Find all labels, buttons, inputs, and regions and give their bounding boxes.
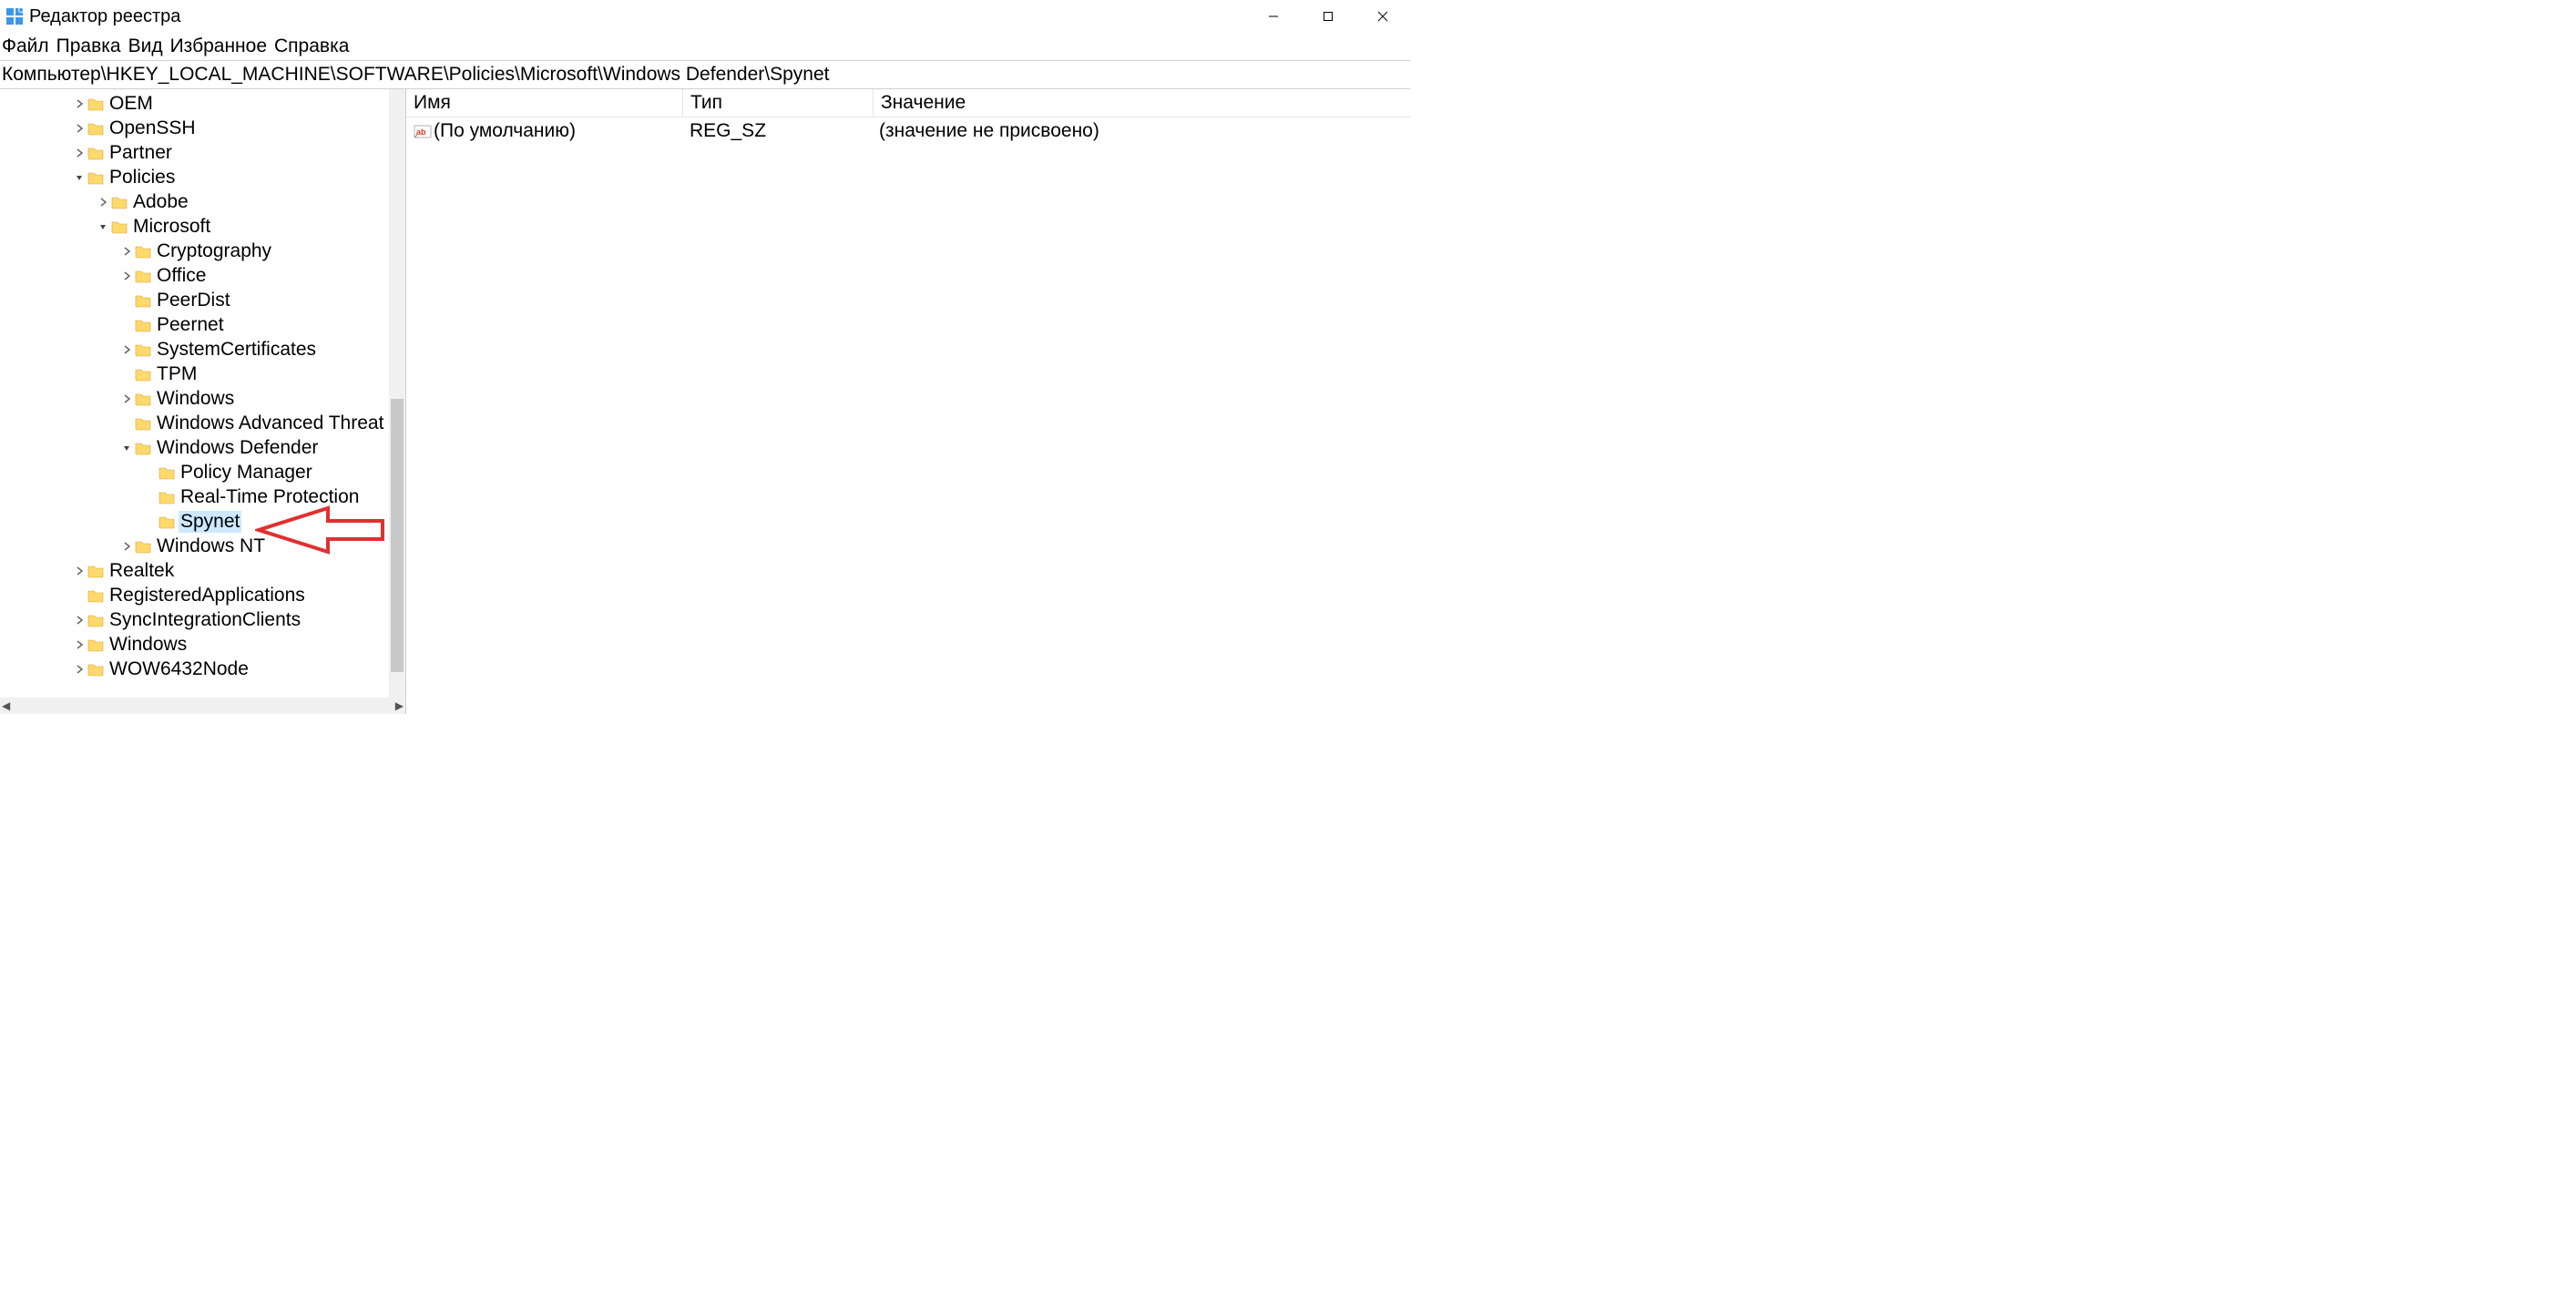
tree-item[interactable]: Real-Time Protection: [0, 484, 405, 509]
tree-item-label: SyncIntegrationClients: [107, 609, 302, 631]
tree-item-label: Windows NT: [155, 535, 267, 557]
expander-icon[interactable]: [118, 342, 135, 357]
tree-item-label: Microsoft: [131, 216, 212, 238]
tree-item-label: Realtek: [107, 560, 176, 582]
close-button[interactable]: [1355, 0, 1410, 33]
expander-icon[interactable]: [71, 564, 87, 578]
tree-item-label: Office: [155, 265, 208, 287]
tree-item-label: Real-Time Protection: [179, 486, 361, 508]
maximize-button[interactable]: [1301, 0, 1355, 33]
tree-item[interactable]: Windows Advanced Threat Protection: [0, 411, 405, 435]
scroll-left-icon[interactable]: ◀: [2, 699, 10, 712]
tree-item-label: Windows: [107, 634, 189, 656]
minimize-button[interactable]: [1246, 0, 1301, 33]
column-name[interactable]: Имя: [406, 89, 683, 117]
expander-icon[interactable]: [71, 170, 87, 185]
expander-icon[interactable]: [71, 613, 87, 627]
tree-item[interactable]: Realtek: [0, 558, 405, 583]
value-data: (значение не присвоено): [872, 120, 1410, 142]
menu-file[interactable]: Файл: [2, 36, 49, 57]
tree-item-label: Adobe: [131, 191, 190, 213]
value-name: (По умолчанию): [434, 120, 576, 142]
menu-help[interactable]: Справка: [274, 36, 349, 57]
tree-item-label: WOW6432Node: [107, 658, 250, 680]
tree-scroll-thumb[interactable]: [391, 399, 404, 672]
value-type: REG_SZ: [682, 120, 872, 142]
tree-item-label: PeerDist: [155, 290, 232, 311]
tree-item[interactable]: TPM: [0, 362, 405, 386]
tree-item[interactable]: Cryptography: [0, 239, 405, 263]
address-bar[interactable]: Компьютер\HKEY_LOCAL_MACHINE\SOFTWARE\Po…: [0, 61, 1410, 88]
value-row[interactable]: ab (По умолчанию) REG_SZ(значение не присв…: [406, 117, 1410, 145]
tree-item[interactable]: Spynet: [0, 509, 405, 534]
app-icon: [5, 7, 24, 25]
tree-item-label: Cryptography: [155, 240, 273, 262]
expander-icon[interactable]: [71, 97, 87, 111]
expander-icon[interactable]: [118, 392, 135, 406]
tree-item[interactable]: Windows Defender: [0, 435, 405, 460]
tree-item-label: OpenSSH: [107, 117, 198, 139]
expander-icon[interactable]: [118, 441, 135, 455]
tree-item[interactable]: Policy Manager: [0, 460, 405, 484]
tree-item[interactable]: SystemCertificates: [0, 337, 405, 362]
tree-item[interactable]: SyncIntegrationClients: [0, 607, 405, 632]
tree-vertical-scrollbar[interactable]: [389, 89, 405, 698]
titlebar[interactable]: Редактор реестра: [0, 0, 1410, 33]
column-type[interactable]: Тип: [683, 89, 874, 117]
tree-item[interactable]: Microsoft: [0, 214, 405, 239]
tree-item-label: TPM: [155, 363, 199, 385]
tree-item[interactable]: Adobe: [0, 189, 405, 214]
tree-item-label: Windows: [155, 388, 236, 410]
window-title: Редактор реестра: [29, 6, 180, 27]
svg-text:ab: ab: [416, 127, 426, 137]
expander-icon[interactable]: [71, 121, 87, 136]
tree-item-label: RegisteredApplications: [107, 585, 307, 606]
tree-item[interactable]: Policies: [0, 165, 405, 189]
tree-item-label: SystemCertificates: [155, 339, 318, 361]
tree-item-label: Partner: [107, 142, 174, 164]
menu-edit[interactable]: Правка: [56, 36, 121, 57]
tree-item-label: Spynet: [179, 511, 241, 533]
tree-item[interactable]: OpenSSH: [0, 116, 405, 140]
tree-item-label: Windows Advanced Threat Protection: [155, 413, 405, 434]
expander-icon[interactable]: [71, 146, 87, 160]
tree-item[interactable]: Windows: [0, 632, 405, 657]
tree-item-label: Windows Defender: [155, 437, 320, 459]
expander-icon[interactable]: [95, 219, 111, 234]
registry-tree[interactable]: OEMOpenSSH Partner Policies Adobe MicrosoftC…: [0, 89, 405, 698]
value-list[interactable]: ab (По умолчанию) REG_SZ(значение не присв…: [406, 117, 1410, 714]
scroll-right-icon[interactable]: ▶: [395, 699, 404, 712]
menu-favorites[interactable]: Избранное: [170, 36, 267, 57]
menubar: Файл Правка Вид Избранное Справка: [0, 33, 1410, 60]
expander-icon[interactable]: [118, 244, 135, 259]
tree-item[interactable]: PeerDist: [0, 288, 405, 312]
menu-view[interactable]: Вид: [128, 36, 163, 57]
tree-item[interactable]: Peernet: [0, 312, 405, 337]
tree-item-label: OEM: [107, 93, 155, 115]
expander-icon[interactable]: [118, 269, 135, 283]
tree-item-label: Policy Manager: [179, 462, 314, 484]
tree-item[interactable]: RegisteredApplications: [0, 583, 405, 607]
tree-item-label: Peernet: [155, 314, 226, 336]
expander-icon[interactable]: [71, 662, 87, 677]
tree-item-label: Policies: [107, 167, 177, 188]
expander-icon[interactable]: [95, 195, 111, 209]
column-value[interactable]: Значение: [874, 89, 1410, 117]
tree-item[interactable]: OEM: [0, 91, 405, 116]
expander-icon[interactable]: [118, 539, 135, 554]
value-list-header[interactable]: Имя Тип Значение: [406, 89, 1410, 117]
tree-item[interactable]: Office: [0, 263, 405, 288]
expander-icon[interactable]: [71, 637, 87, 652]
tree-item[interactable]: Windows: [0, 386, 405, 411]
tree-item[interactable]: Partner: [0, 140, 405, 165]
tree-horizontal-scrollbar[interactable]: ◀ ▶: [0, 698, 405, 714]
tree-item[interactable]: Windows NT: [0, 534, 405, 558]
tree-item[interactable]: WOW6432Node: [0, 657, 405, 681]
